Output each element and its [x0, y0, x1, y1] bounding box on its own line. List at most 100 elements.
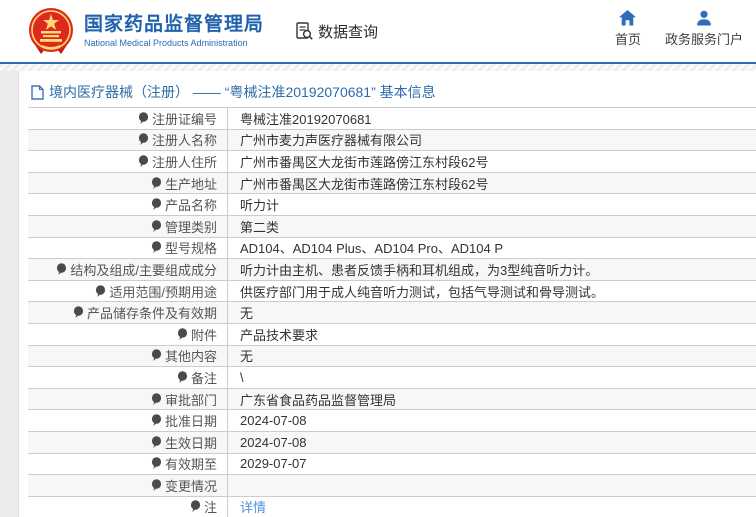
data-query-label: 数据查询 [318, 23, 379, 41]
balloon-icon [190, 500, 201, 513]
field-label-text: 注册证编号 [151, 111, 217, 127]
balloon-icon [73, 306, 84, 319]
field-label-text: 备注 [190, 370, 217, 386]
nav-gov-portal[interactable]: 政务服务门户 [665, 10, 743, 48]
hatch-band [0, 64, 756, 71]
balloon-icon [56, 263, 67, 276]
field-value: 第二类 [240, 219, 280, 235]
table-row: 备注 \ [28, 366, 756, 388]
balloon-icon [177, 371, 188, 384]
field-label-text: 注册人住所 [151, 154, 217, 170]
field-label: 结构及组成/主要组成成分 [28, 259, 228, 280]
balloon-icon [151, 435, 162, 449]
field-label-text: 生产地址 [164, 176, 217, 192]
table-row: 型号规格 AD104、AD104 Plus、AD104 Pro、AD104 P [28, 236, 756, 259]
field-label: 注 [28, 496, 228, 517]
field-value: 广州市麦力声医疗器械有限公司 [240, 133, 423, 149]
field-label-text: 注 [203, 500, 217, 516]
field-value: 2024-07-08 [240, 413, 307, 429]
field-value: 2029-07-07 [240, 456, 307, 472]
balloon-icon [151, 349, 162, 362]
nav-data-query[interactable]: 数据查询 [294, 21, 378, 42]
field-label: 批准日期 [28, 410, 228, 431]
balloon-icon [95, 284, 106, 298]
balloon-icon [177, 327, 188, 341]
field-value: 广州市番禺区大龙街市莲路傍江东村段62号 [240, 176, 489, 192]
field-label: 其他内容 [28, 345, 228, 367]
field-label: 生产地址 [28, 172, 228, 194]
field-label-text: 管理类别 [164, 219, 217, 235]
field-value: 2024-07-08 [240, 434, 307, 450]
field-label-text: 产品名称 [164, 198, 217, 214]
field-label-text: 注册人名称 [151, 133, 217, 149]
balloon-icon [151, 219, 162, 233]
table-row: 注册人名称 广州市麦力声医疗器械有限公司 [28, 128, 756, 151]
user-icon [697, 10, 711, 26]
site-title-en: National Medical Products Administration [84, 38, 248, 48]
balloon-icon [151, 457, 162, 470]
field-label: 生效日期 [28, 431, 228, 453]
nav-gov-portal-label: 政务服务门户 [664, 32, 743, 47]
field-label-text: 产品储存条件及有效期 [86, 306, 217, 322]
field-value: 听力计由主机、患者反馈手柄和耳机组成，为3型纯音听力计。 [240, 262, 599, 278]
field-value: 产品技术要求 [240, 327, 319, 343]
field-label: 备注 [28, 367, 228, 388]
field-label-text: 批准日期 [164, 414, 217, 430]
field-label: 有效期至 [28, 453, 228, 475]
field-label-text: 型号规格 [164, 241, 217, 257]
field-value: 粤械注准20192070681 [240, 111, 372, 127]
national-emblem-icon [29, 8, 73, 54]
field-label: 变更情况 [28, 475, 228, 496]
balloon-icon [151, 176, 162, 190]
field-value: \ [240, 369, 244, 385]
field-label: 产品储存条件及有效期 [28, 302, 228, 323]
balloon-icon [151, 414, 162, 427]
info-table: 注册证编号 粤械注准20192070681 注册人名称 广州市麦力声医疗器械有限… [28, 107, 756, 517]
field-label: 型号规格 [28, 237, 228, 259]
balloon-icon [138, 111, 149, 125]
field-label-text: 附件 [190, 327, 217, 343]
field-value: 供医疗部门用于成人纯音听力测试，包括气导测试和骨导测试。 [240, 284, 605, 300]
field-value: 广东省食品药品监督管理局 [240, 392, 397, 408]
field-value: AD104、AD104 Plus、AD104 Pro、AD104 P [240, 241, 504, 257]
detail-link[interactable]: 详情 [240, 497, 266, 516]
logo-text: 国家药品监督管理局 National Medical Products Admi… [84, 14, 264, 48]
table-row: 注册人住所 广州市番禺区大龙街市莲路傍江东村段62号 [28, 150, 756, 172]
document-icon [31, 84, 44, 100]
table-row: 产品储存条件及有效期 无 [28, 301, 756, 323]
table-row: 变更情况 [28, 474, 756, 496]
balloon-icon [151, 392, 162, 406]
field-value: 广州市番禺区大龙街市莲路傍江东村段62号 [240, 154, 489, 170]
nav-home[interactable]: 首页 [615, 10, 641, 48]
breadcrumb: 境内医疗器械（注册） —— “粤械注准20192070681” 基本信息 [19, 81, 756, 103]
field-label: 注册人名称 [28, 129, 228, 151]
field-label-text: 生效日期 [164, 435, 217, 451]
table-row: 产品名称 听力计 [28, 193, 756, 215]
field-value: 听力计 [240, 198, 280, 214]
balloon-icon [138, 133, 149, 146]
table-row: 有效期至 2029-07-07 [28, 452, 756, 475]
field-label: 注册证编号 [28, 108, 228, 129]
table-row: 注 详情 [28, 495, 756, 517]
field-label-text: 其他内容 [164, 349, 217, 365]
field-label-text: 变更情况 [164, 478, 217, 494]
table-row: 批准日期 2024-07-08 [28, 409, 756, 431]
field-label-text: 结构及组成/主要组成成分 [70, 262, 217, 278]
balloon-icon [138, 155, 149, 168]
table-row: 其他内容 无 [28, 344, 756, 367]
field-label: 管理类别 [28, 215, 228, 237]
nav-home-label: 首页 [614, 32, 641, 47]
header: 国家药品监督管理局 National Medical Products Admi… [0, 0, 756, 62]
table-row: 管理类别 第二类 [28, 214, 756, 237]
field-label-text: 适用范围/预期用途 [109, 284, 217, 300]
field-label-text: 审批部门 [164, 392, 217, 408]
table-row: 结构及组成/主要组成成分 听力计由主机、患者反馈手柄和耳机组成，为3型纯音听力计… [28, 258, 756, 280]
nmpa-logo[interactable]: 国家药品监督管理局 National Medical Products Admi… [27, 7, 264, 55]
top-links: 首页 政务服务门户 [615, 10, 743, 48]
table-row: 生产地址 广州市番禺区大龙街市莲路傍江东村段62号 [28, 171, 756, 194]
site-title-cn: 国家药品监督管理局 [84, 14, 265, 35]
field-label: 审批部门 [28, 388, 228, 410]
field-label: 注册人住所 [28, 151, 228, 172]
breadcrumb-text: 境内医疗器械（注册） —— “粤械注准20192070681” 基本信息 [49, 84, 436, 100]
home-icon [619, 10, 637, 26]
